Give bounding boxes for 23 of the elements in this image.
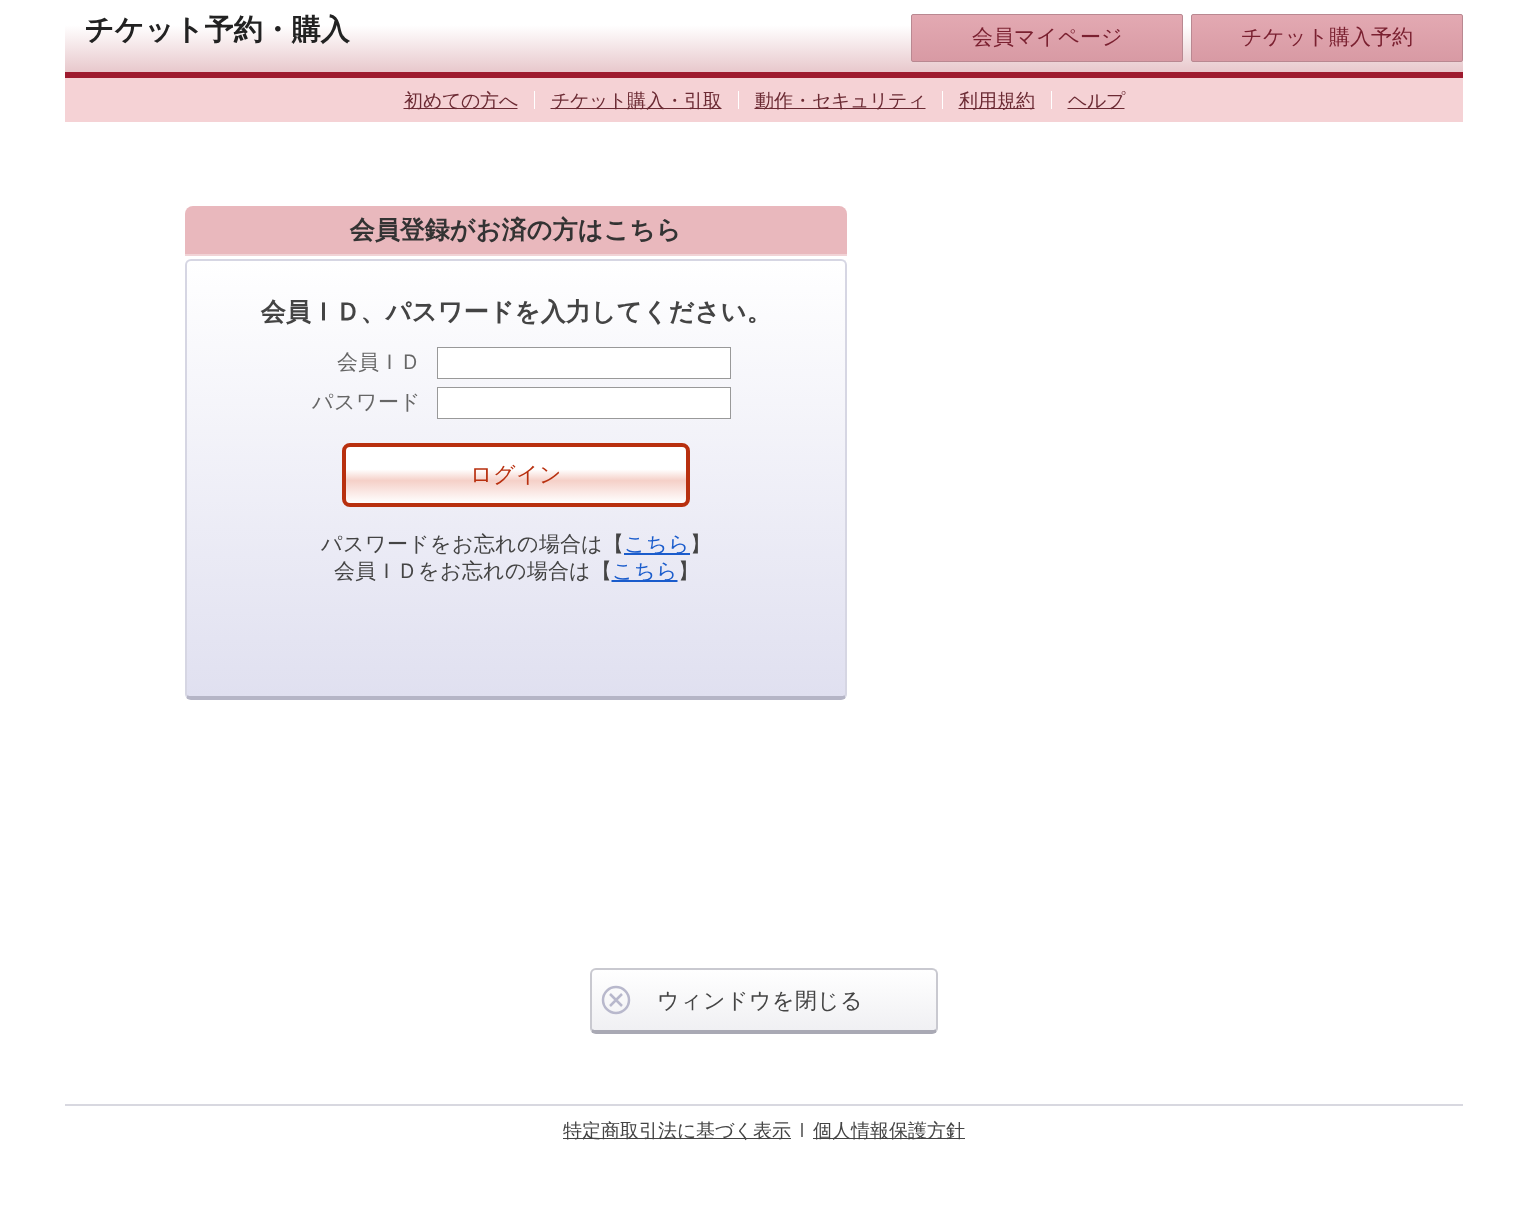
field-label: 会員ＩＤ: [336, 348, 421, 376]
help-link[interactable]: こちら: [624, 531, 690, 556]
help-link[interactable]: こちら: [611, 558, 678, 583]
close-window-button[interactable]: ウィンドウを閉じる: [590, 968, 938, 1034]
nav-link[interactable]: チケット購入・引取: [550, 85, 722, 115]
nav-link[interactable]: ヘルプ: [1067, 85, 1125, 115]
help-text: パスワードをお忘れの場合は【こちら】: [321, 530, 711, 558]
input-field[interactable]: [437, 386, 731, 419]
footer-link[interactable]: 個人情報保護方針: [813, 1116, 965, 1145]
header-button[interactable]: チケット購入予約: [1191, 14, 1463, 62]
close-icon: [600, 984, 632, 1016]
nav-link[interactable]: 動作・セキュリティ: [754, 85, 926, 115]
login-button[interactable]: ログイン: [342, 442, 690, 507]
nav-link[interactable]: 初めての方へ: [403, 85, 518, 115]
panel-heading: 会員登録がお済の方はこちら: [185, 206, 847, 256]
input-field[interactable]: [437, 346, 731, 379]
help-text: 会員ＩＤをお忘れの場合は【こちら】: [333, 557, 699, 585]
field-label: パスワード: [311, 388, 421, 416]
header-button[interactable]: 会員マイページ: [911, 14, 1183, 62]
page-title: チケット予約・購入: [85, 12, 350, 47]
instruction-text: 会員ＩＤ、パスワードを入力してください。: [260, 296, 772, 328]
nav-link[interactable]: 利用規約: [958, 85, 1035, 115]
footer-link[interactable]: 特定商取引法に基づく表示: [563, 1116, 791, 1145]
